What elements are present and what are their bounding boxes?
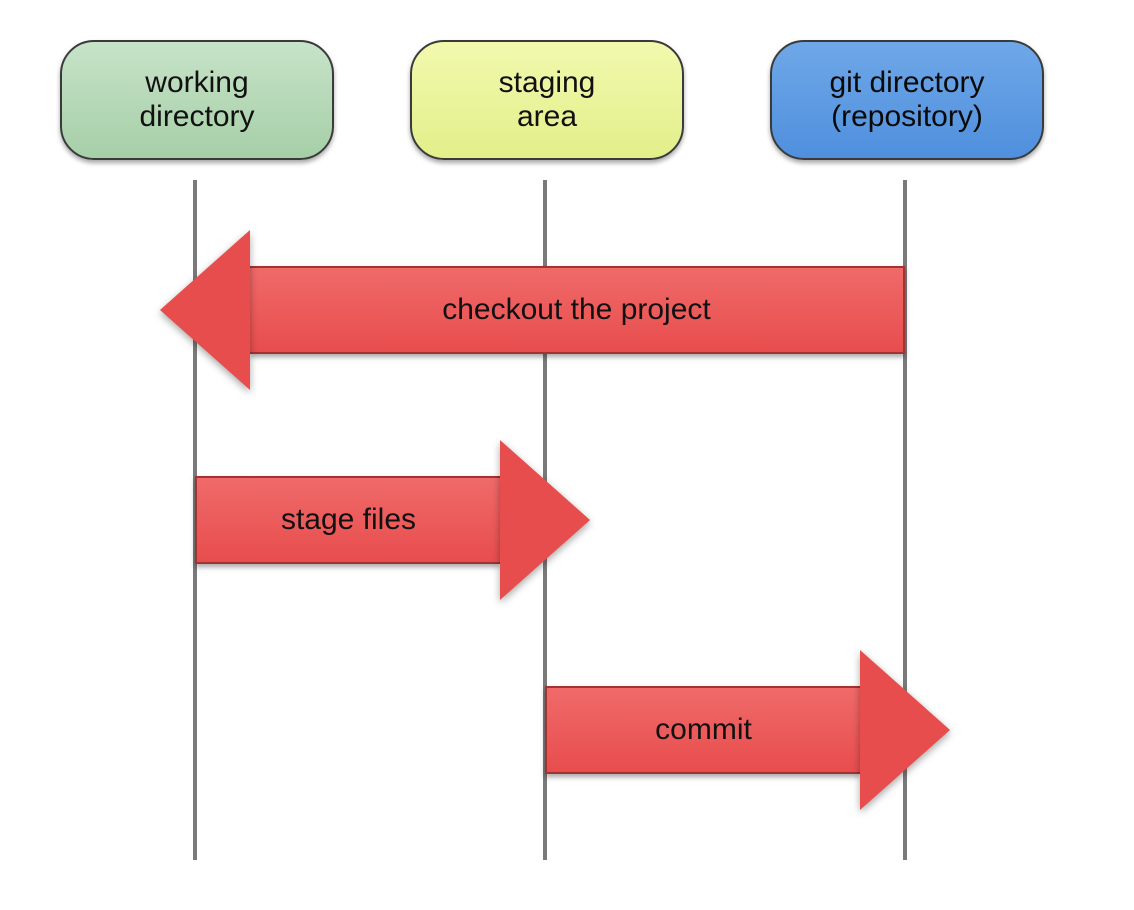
arrow-checkout-shaft: checkout the project (250, 266, 905, 354)
stage-working-label: workingdirectory (139, 66, 254, 135)
stage-working-directory: workingdirectory (60, 40, 334, 160)
arrow-checkout-label: checkout the project (442, 293, 711, 327)
arrow-stage-shaft: stage files (195, 476, 500, 564)
arrow-stage-label: stage files (281, 503, 416, 537)
arrow-commit: commit (545, 650, 950, 810)
stage-staging-label: stagingarea (499, 66, 596, 135)
arrow-stage: stage files (195, 440, 590, 600)
git-three-areas-diagram: workingdirectory stagingarea git directo… (0, 0, 1134, 910)
arrow-left-head-icon (160, 230, 250, 390)
stage-repo-label: git directory(repository) (829, 66, 984, 135)
stage-git-directory: git directory(repository) (770, 40, 1044, 160)
arrow-right-head-icon (860, 650, 950, 810)
arrow-checkout: checkout the project (160, 230, 905, 390)
arrow-commit-label: commit (655, 713, 752, 747)
arrow-right-head-icon (500, 440, 590, 600)
arrow-commit-shaft: commit (545, 686, 860, 774)
stage-staging-area: stagingarea (410, 40, 684, 160)
